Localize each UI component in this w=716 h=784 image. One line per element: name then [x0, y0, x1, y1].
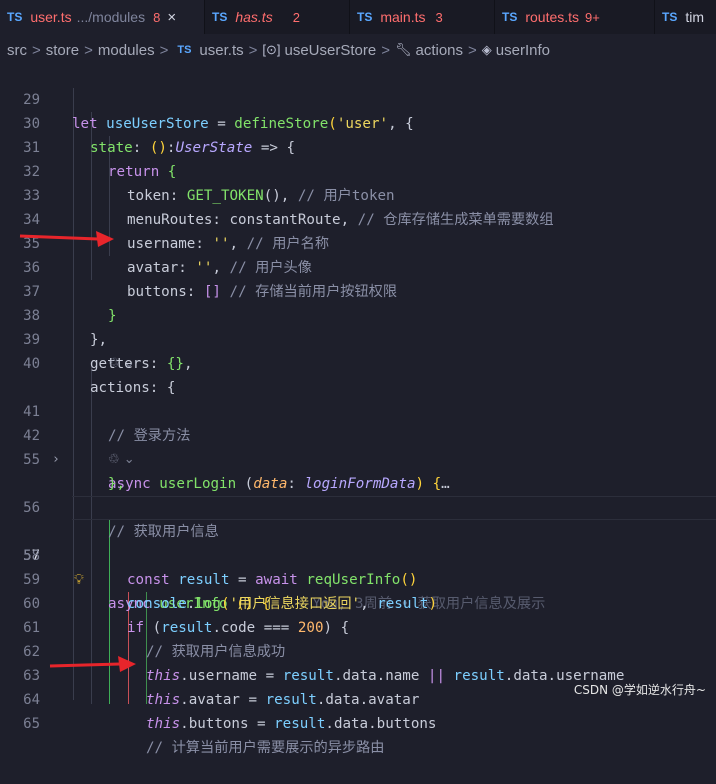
breadcrumb-modules[interactable]: modules	[98, 42, 155, 59]
code-line-58[interactable]: 58 const result = await reqUserInfo()	[0, 520, 716, 588]
typescript-icon: TS	[502, 10, 518, 24]
line-number: 40	[23, 356, 40, 372]
code-line-30[interactable]: 30 state: ():UserState => {	[0, 88, 716, 156]
tab-label: tim	[685, 9, 705, 25]
code-line-42[interactable]: 42 › async userLogin (data: loginFormDat…	[0, 400, 716, 492]
typescript-icon: TS	[662, 10, 678, 24]
breadcrumb-actions[interactable]: actions	[416, 42, 464, 59]
close-icon[interactable]: ×	[167, 9, 176, 26]
red-arrow-annotation	[19, 231, 114, 247]
tab-label: main.ts	[380, 9, 426, 25]
code-line-31[interactable]: 31 return {	[0, 112, 716, 180]
code-line-56[interactable]: 56 // 获取用户信息	[0, 472, 716, 540]
tab-user-ts[interactable]: TS user.ts .../modules 8 ×	[0, 0, 205, 34]
code-line-59[interactable]: 59 console.log('用户信息接口返回', result)	[0, 544, 716, 612]
problem-count: 2	[292, 9, 300, 25]
code-line-37[interactable]: 37 }	[0, 256, 716, 324]
codelens[interactable]: ♲ ⌄	[108, 448, 135, 472]
chevron-right-icon: >	[381, 41, 390, 59]
tab-path: .../modules	[76, 9, 146, 25]
chevron-down-icon[interactable]: ⌄	[124, 356, 135, 371]
chevron-down-icon[interactable]: ⌄	[124, 452, 135, 467]
wrench-icon: 🔧︎	[394, 42, 412, 57]
code-editor[interactable]: 29 let useUserStore = defineStore('user'…	[0, 64, 716, 756]
breadcrumb-store[interactable]: store	[46, 42, 79, 59]
tab-label: user.ts	[30, 9, 72, 25]
code-line-34[interactable]: 34 username: '', // 用户名称	[0, 184, 716, 252]
breadcrumb-method[interactable]: userInfo	[496, 42, 550, 59]
breadcrumb-file[interactable]: user.ts	[199, 42, 243, 59]
code-line-29[interactable]: 29 let useUserStore = defineStore('user'…	[0, 64, 716, 132]
tab-has-ts[interactable]: TS has.ts 2	[205, 0, 350, 34]
typescript-icon: TS	[177, 44, 192, 56]
code-line-62[interactable]: 62 this.username = result.data.name || r…	[0, 616, 716, 684]
symbol-variable-icon: [⊙]	[262, 42, 281, 57]
refresh-icon[interactable]: ♲	[108, 356, 120, 371]
chevron-right-icon: >	[248, 41, 258, 59]
tab-label: routes.ts	[525, 9, 580, 25]
code-line-39[interactable]: 39 getters: {},	[0, 304, 716, 372]
breadcrumb-symbol[interactable]: useUserStore	[285, 42, 377, 59]
code-line-60[interactable]: 60 if (result.code === 200) {	[0, 568, 716, 636]
chevron-right-icon: >	[32, 41, 41, 59]
code-line-41[interactable]: 41 // 登录方法	[0, 376, 716, 444]
code-line-32[interactable]: 32 token: GET_TOKEN(), // 用户token	[0, 136, 716, 204]
typescript-icon: TS	[357, 10, 373, 24]
breadcrumb: src > store > modules > TS user.ts > [⊙]…	[0, 37, 716, 63]
editor-tab-bar: TS user.ts .../modules 8 × TS has.ts 2 T…	[0, 0, 716, 34]
fold-chevron-right-icon[interactable]: ›	[52, 448, 60, 472]
current-line-highlight	[72, 496, 716, 520]
code-line-40[interactable]: 40 actions: {	[0, 328, 716, 396]
refresh-icon[interactable]: ♲	[108, 452, 120, 467]
chevron-right-icon: >	[468, 41, 477, 59]
line-number: 65	[23, 716, 40, 732]
code-line-61[interactable]: 61 // 获取用户信息成功	[0, 592, 716, 660]
code-line-33[interactable]: 33 menuRoutes: constantRoute, // 仓库存储生成菜…	[0, 160, 716, 228]
red-arrow-annotation	[49, 656, 136, 672]
code-line-55[interactable]: 55 },	[0, 424, 716, 492]
breadcrumb-src[interactable]: src	[7, 42, 27, 59]
tab-routes-ts[interactable]: TS routes.ts 9+	[495, 0, 655, 34]
typescript-icon: TS	[212, 10, 228, 24]
tab-label: has.ts	[235, 9, 273, 25]
problem-count: 8	[153, 9, 161, 25]
tab-tim[interactable]: TS tim	[655, 0, 716, 34]
codelens[interactable]: ♲ ⌄	[108, 352, 135, 376]
method-cube-icon: ◈	[481, 42, 492, 57]
tab-main-ts[interactable]: TS main.ts 3	[350, 0, 495, 34]
code-line-57[interactable]: 57 💡︎ async userInfo () {You, 3周前 • 获取用户…	[0, 496, 716, 612]
line-number: 55	[23, 452, 40, 468]
chevron-right-icon: >	[159, 41, 169, 59]
code-line-38[interactable]: 38 },	[0, 280, 716, 348]
typescript-icon: TS	[7, 10, 23, 24]
chevron-right-icon: >	[84, 41, 93, 59]
problem-count: 9+	[585, 9, 600, 25]
watermark: CSDN @学如逆水行舟~	[573, 683, 706, 697]
problem-count: 3	[435, 9, 443, 25]
